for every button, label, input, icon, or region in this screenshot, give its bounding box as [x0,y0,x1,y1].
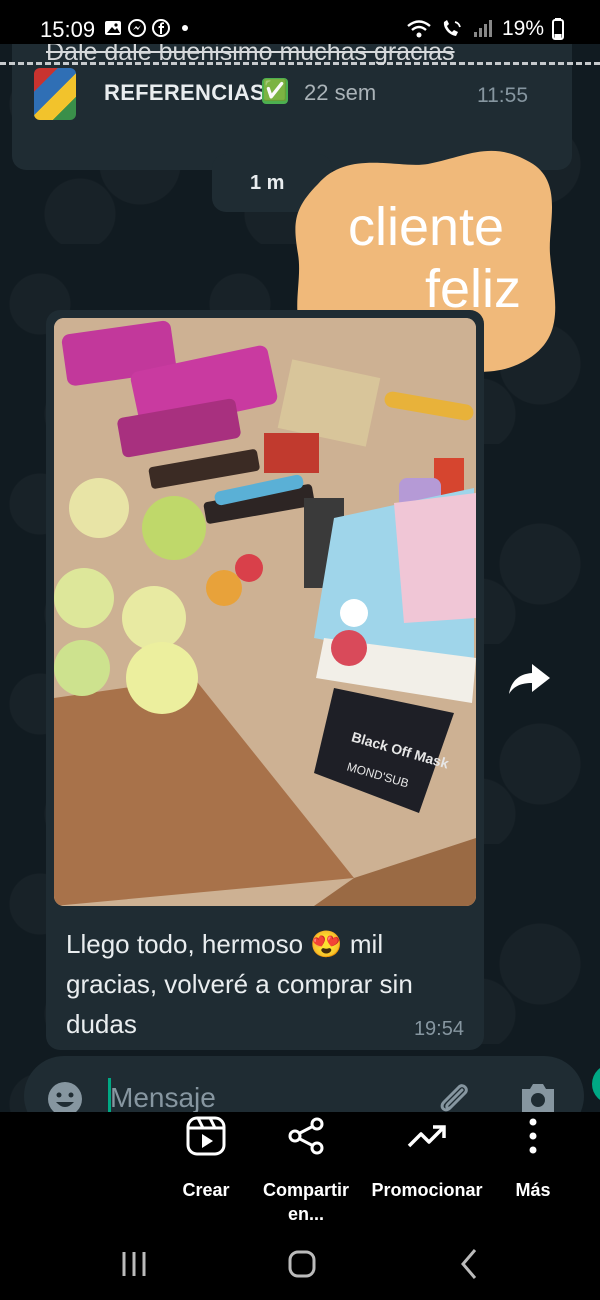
gallery-icon [105,21,121,35]
sticker-text-line1: cliente [347,197,505,257]
android-nav-bar [0,1232,600,1300]
reference-time: 11:55 [477,84,528,107]
message-photo[interactable]: Black Off Mask MOND'SUB [54,318,476,906]
reference-age: 22 sem [304,80,377,105]
message-time: 19:54 [413,1018,464,1040]
attach-icon[interactable] [434,1078,474,1112]
more-label: Más [515,1180,551,1200]
reference-name: REFERENCIAS [104,80,265,105]
home-icon[interactable] [282,1244,322,1284]
reels-icon [186,1116,226,1156]
cosmetics-photo [54,318,476,906]
promote-button[interactable]: Promocionar [370,1112,484,1202]
forward-icon[interactable] [506,656,552,702]
trending-up-icon [407,1125,446,1148]
story-action-bar: Crear Compartir en... Promocionar Más [0,1112,600,1232]
check-icon: ✅ [262,78,288,104]
story-progress-divider [0,62,600,65]
wifi-icon [407,20,431,38]
dot-icon [182,25,188,31]
story-viewer[interactable]: Dale dale buenisimo muchas gracias REFER… [0,44,600,1112]
message-bubble[interactable]: Black Off Mask MOND'SUB Llego todo, herm… [46,310,484,1050]
share-button[interactable]: Compartir en... [256,1112,356,1226]
back-icon[interactable] [450,1244,490,1284]
message-composer[interactable]: Mensaje [24,1056,584,1112]
share-label: Compartir en... [262,1180,349,1224]
share-icon [288,1117,324,1155]
messenger-icon [128,19,146,37]
create-button[interactable]: Crear [162,1112,250,1202]
message-text: Llego todo, hermoso 😍 mil gracias, volve… [66,929,413,1039]
signal-icon [473,20,492,37]
avatar[interactable] [34,68,76,120]
volte-call-icon [443,20,461,36]
recents-icon[interactable] [114,1244,154,1284]
facebook-icon [152,19,170,37]
promote-label: Promocionar [371,1180,483,1200]
message-input[interactable]: Mensaje [110,1082,216,1112]
create-label: Crear [182,1180,230,1200]
battery-icon [552,18,564,40]
heart-eyes-emoji: 😍 [310,929,343,959]
more-button[interactable]: Más [500,1112,566,1202]
emoji-icon[interactable] [46,1080,84,1112]
status-right: 19% [406,17,564,41]
more-vertical-icon [529,1118,537,1154]
battery-percent: 19% [501,17,544,40]
status-left-icons [104,19,194,37]
status-time: 15:09 [40,17,96,42]
camera-icon[interactable] [518,1080,558,1112]
